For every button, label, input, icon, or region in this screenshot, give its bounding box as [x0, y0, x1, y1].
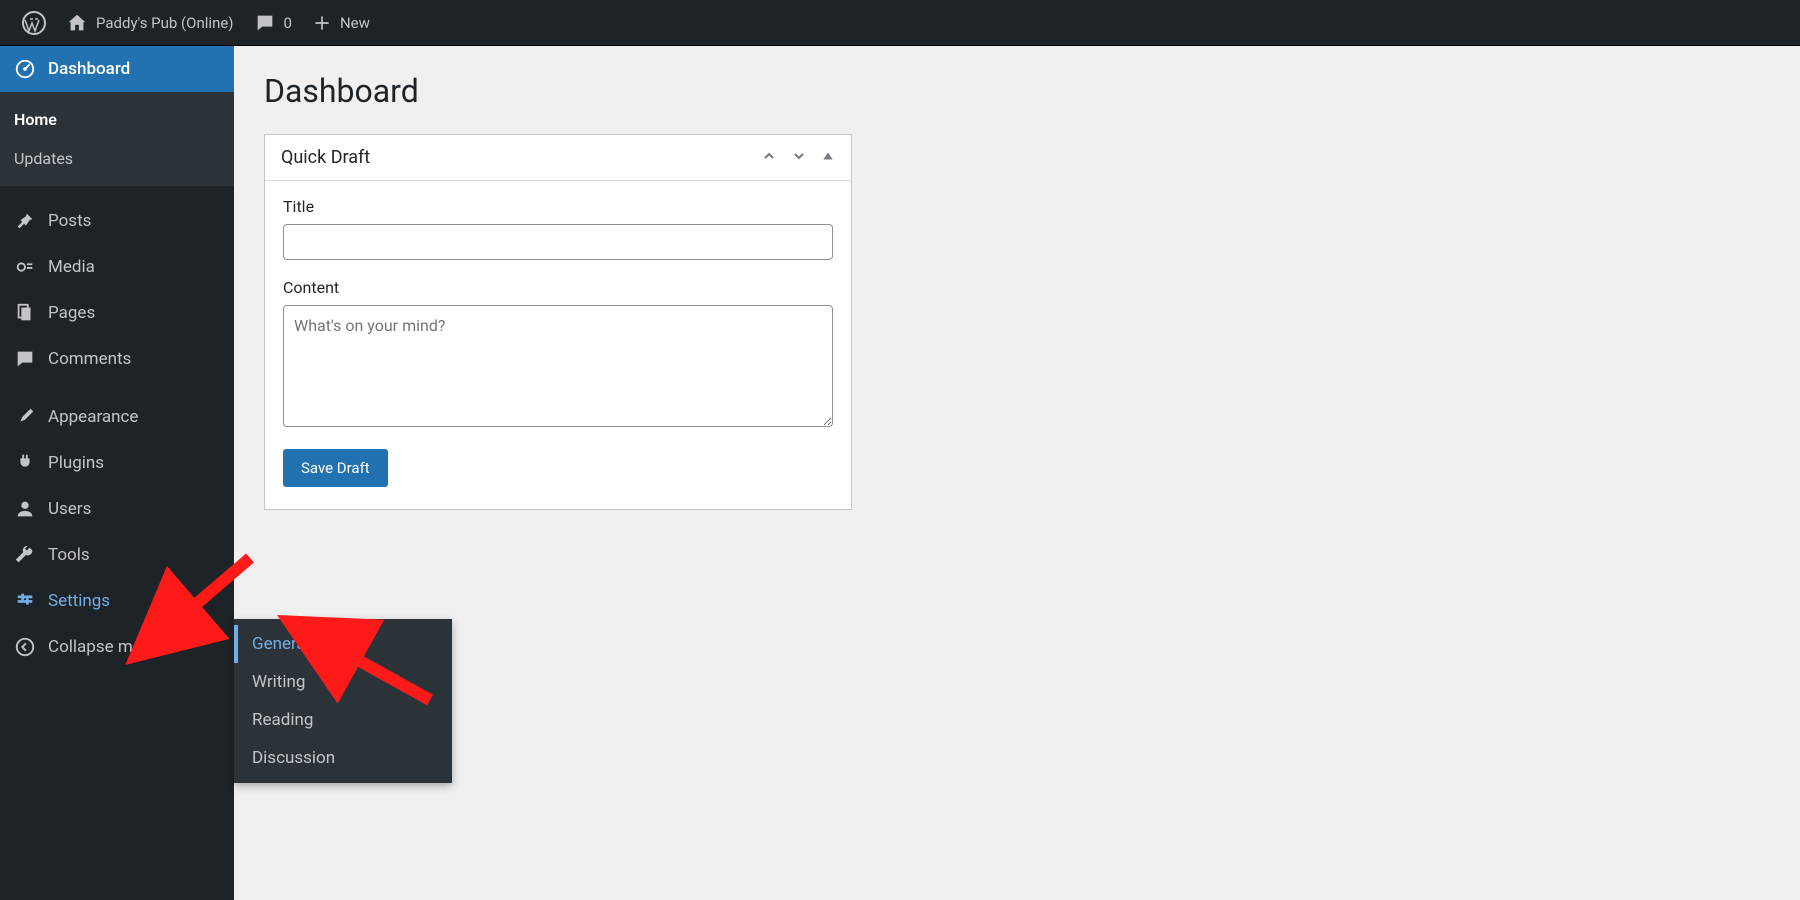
comments-icon [14, 348, 36, 370]
sidebar-item-label: Dashboard [48, 59, 130, 79]
chevron-up-icon[interactable] [761, 148, 777, 168]
wordpress-icon [22, 11, 46, 35]
sidebar-item-label: Posts [48, 211, 91, 231]
sidebar-item-dashboard[interactable]: Dashboard [0, 46, 234, 92]
settings-icon [14, 590, 36, 612]
flyout-item-general[interactable]: General [234, 625, 452, 663]
wp-logo[interactable] [12, 0, 56, 46]
comment-icon [254, 12, 276, 34]
save-draft-button[interactable]: Save Draft [283, 449, 388, 487]
media-icon [14, 256, 36, 278]
sidebar-item-label: Collapse menu [48, 637, 161, 657]
sidebar-item-users[interactable]: Users [0, 486, 234, 532]
sidebar-item-label: Pages [48, 303, 95, 323]
triangle-up-icon[interactable] [821, 148, 835, 168]
dashboard-icon [14, 58, 36, 80]
page-title: Dashboard [264, 72, 1770, 110]
dashboard-submenu: Home Updates [0, 92, 234, 186]
widget-controls [761, 148, 835, 168]
sidebar-item-settings[interactable]: Settings [0, 578, 234, 624]
site-link[interactable]: Paddy's Pub (Online) [56, 0, 244, 46]
collapse-icon [14, 636, 36, 658]
sidebar-item-label: Appearance [48, 407, 138, 427]
site-name: Paddy's Pub (Online) [96, 14, 234, 32]
plug-icon [14, 452, 36, 474]
sidebar-item-label: Tools [48, 545, 90, 565]
content-label: Content [283, 278, 833, 297]
sidebar-item-media[interactable]: Media [0, 244, 234, 290]
flyout-item-reading[interactable]: Reading [234, 701, 452, 739]
admin-bar: Paddy's Pub (Online) 0 New [0, 0, 1800, 46]
user-icon [14, 498, 36, 520]
title-input[interactable] [283, 224, 833, 260]
submenu-item-updates[interactable]: Updates [0, 139, 234, 178]
widget-header: Quick Draft [265, 135, 851, 181]
brush-icon [14, 406, 36, 428]
sidebar-collapse[interactable]: Collapse menu [0, 624, 234, 670]
plus-icon [312, 13, 332, 33]
wrench-icon [14, 544, 36, 566]
flyout-item-writing[interactable]: Writing [234, 663, 452, 701]
pin-icon [14, 210, 36, 232]
flyout-item-discussion[interactable]: Discussion [234, 739, 452, 777]
new-content-link[interactable]: New [302, 0, 380, 46]
chevron-down-icon[interactable] [791, 148, 807, 168]
sidebar-item-label: Comments [48, 349, 131, 369]
quick-draft-widget: Quick Draft Title Content Save Draft [264, 134, 852, 510]
sidebar-item-posts[interactable]: Posts [0, 198, 234, 244]
sidebar-item-label: Media [48, 257, 95, 277]
sidebar-item-pages[interactable]: Pages [0, 290, 234, 336]
settings-flyout: General Writing Reading Discussion [234, 619, 452, 783]
sidebar-item-label: Users [48, 499, 91, 519]
sidebar-item-appearance[interactable]: Appearance [0, 394, 234, 440]
main-content: Dashboard Quick Draft Title Content Save… [234, 46, 1800, 536]
pages-icon [14, 302, 36, 324]
sidebar-item-plugins[interactable]: Plugins [0, 440, 234, 486]
submenu-item-home[interactable]: Home [0, 100, 234, 139]
widget-body: Title Content Save Draft [265, 181, 851, 509]
title-label: Title [283, 197, 833, 216]
sidebar-item-label: Settings [48, 591, 110, 611]
sidebar-item-label: Plugins [48, 453, 104, 473]
content-textarea[interactable] [283, 305, 833, 427]
widget-title: Quick Draft [281, 147, 370, 168]
comments-count: 0 [284, 14, 292, 32]
home-icon [66, 12, 88, 34]
sidebar-item-tools[interactable]: Tools [0, 532, 234, 578]
new-label: New [340, 14, 370, 32]
comments-link[interactable]: 0 [244, 0, 302, 46]
admin-sidebar: Dashboard Home Updates Posts Media Pages… [0, 46, 234, 900]
sidebar-item-comments[interactable]: Comments [0, 336, 234, 382]
